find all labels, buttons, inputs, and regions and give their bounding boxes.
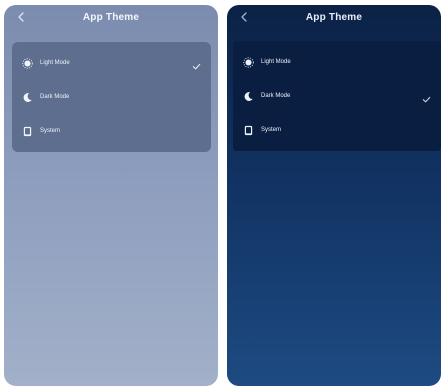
chevron-left-icon <box>241 12 247 22</box>
page-title: App Theme <box>305 11 363 23</box>
option-label: System <box>40 128 61 134</box>
nav-bar: App Theme <box>227 5 441 31</box>
checkmark-icon <box>192 58 201 70</box>
theme-options-card: Light Mode Dark Mode System <box>233 41 441 151</box>
moon-icon <box>243 91 254 102</box>
sun-icon <box>22 57 33 69</box>
option-light-mode[interactable]: Light Mode <box>233 45 441 79</box>
stage: App Theme Light Mode Dark Mode System Ap… <box>0 0 443 389</box>
back-button[interactable] <box>14 10 28 24</box>
option-label: System <box>261 127 282 133</box>
page-title: App Theme <box>82 11 140 23</box>
option-label: Dark Mode <box>261 93 291 99</box>
option-system[interactable]: System <box>233 113 441 147</box>
phone-icon <box>22 126 33 137</box>
option-dark-mode[interactable]: Dark Mode <box>233 79 441 113</box>
checkmark-icon <box>422 91 431 103</box>
option-system[interactable]: System <box>12 114 211 148</box>
dark-theme-screen: App Theme Light Mode Dark Mode System <box>227 5 441 386</box>
moon-icon <box>22 92 33 103</box>
option-label: Light Mode <box>40 60 70 66</box>
option-label: Light Mode <box>261 59 291 65</box>
back-button[interactable] <box>237 10 251 24</box>
option-dark-mode[interactable]: Dark Mode <box>12 80 211 114</box>
phone-icon <box>243 125 254 136</box>
theme-options-card: Light Mode Dark Mode System <box>12 42 211 152</box>
sun-icon <box>243 56 254 68</box>
option-light-mode[interactable]: Light Mode <box>12 46 211 80</box>
nav-bar: App Theme <box>4 5 218 31</box>
chevron-left-icon <box>18 12 24 22</box>
light-theme-screen: App Theme Light Mode Dark Mode System <box>4 5 218 386</box>
option-label: Dark Mode <box>40 94 70 100</box>
